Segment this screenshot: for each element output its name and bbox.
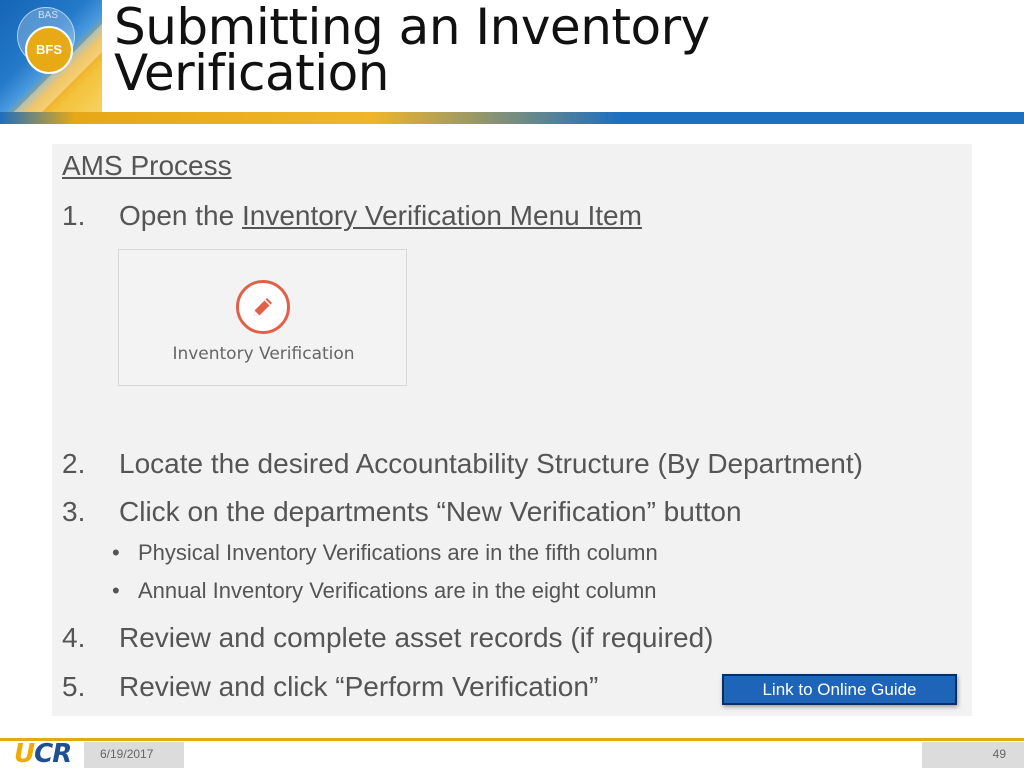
slide-title: Submitting an Inventory Verification (114, 2, 994, 102)
inventory-verification-menu-item-image: Inventory Verification (118, 249, 407, 386)
logo-bas-text: BAS (37, 10, 58, 21)
step-text: Review and click “Perform Verification” (119, 671, 599, 702)
header-divider-gold (0, 112, 620, 124)
footer-divider (0, 738, 1024, 741)
step-text: Locate the desired Accountability Struct… (119, 448, 863, 479)
logo-bfs-badge: BFS (25, 26, 73, 74)
slide-page-number: 49 (992, 747, 1006, 761)
inventory-verification-menu-link[interactable]: Inventory Verification Menu Item (242, 200, 642, 231)
step-text: Click on the departments “New Verificati… (119, 496, 742, 527)
bas-bfs-logo: BAS BFS (0, 0, 102, 124)
step-text: Review and complete asset records (if re… (119, 622, 714, 653)
bullet-dot: • (112, 578, 120, 603)
step-number: 3. (62, 496, 86, 527)
section-title: AMS Process (62, 150, 232, 181)
step-5: 5. Review and click “Perform Verification… (62, 671, 598, 703)
step-1: 1. Open the Inventory Verification Menu I… (62, 200, 642, 232)
online-guide-link-button[interactable]: Link to Online Guide (722, 674, 957, 705)
slide-header: BAS BFS Submitting an Inventory Verifica… (0, 0, 1024, 124)
step-number: 5. (62, 671, 86, 702)
slide-title-line2: Verification (114, 44, 389, 102)
bullet-text: Physical Inventory Verifications are in … (138, 540, 658, 565)
bullet-text: Annual Inventory Verifications are in th… (138, 578, 657, 603)
bullet-item: • Physical Inventory Verifications are in… (112, 540, 658, 566)
ucr-logo: UCR (14, 739, 72, 768)
step-number: 1. (62, 200, 86, 231)
step-number: 2. (62, 448, 86, 479)
bullet-item: • Annual Inventory Verifications are in t… (112, 578, 657, 604)
menu-item-label: Inventory Verification (172, 344, 355, 364)
footer-date: 6/19/2017 (100, 747, 154, 761)
pencil-icon (236, 280, 290, 334)
step-3: 3. Click on the departments “New Verifica… (62, 496, 742, 528)
step-4: 4. Review and complete asset records (if … (62, 622, 713, 654)
bullet-dot: • (112, 540, 120, 565)
step-2: 2. Locate the desired Accountability Stru… (62, 448, 863, 480)
step-number: 4. (62, 622, 86, 653)
step-text: Open the (119, 200, 242, 231)
